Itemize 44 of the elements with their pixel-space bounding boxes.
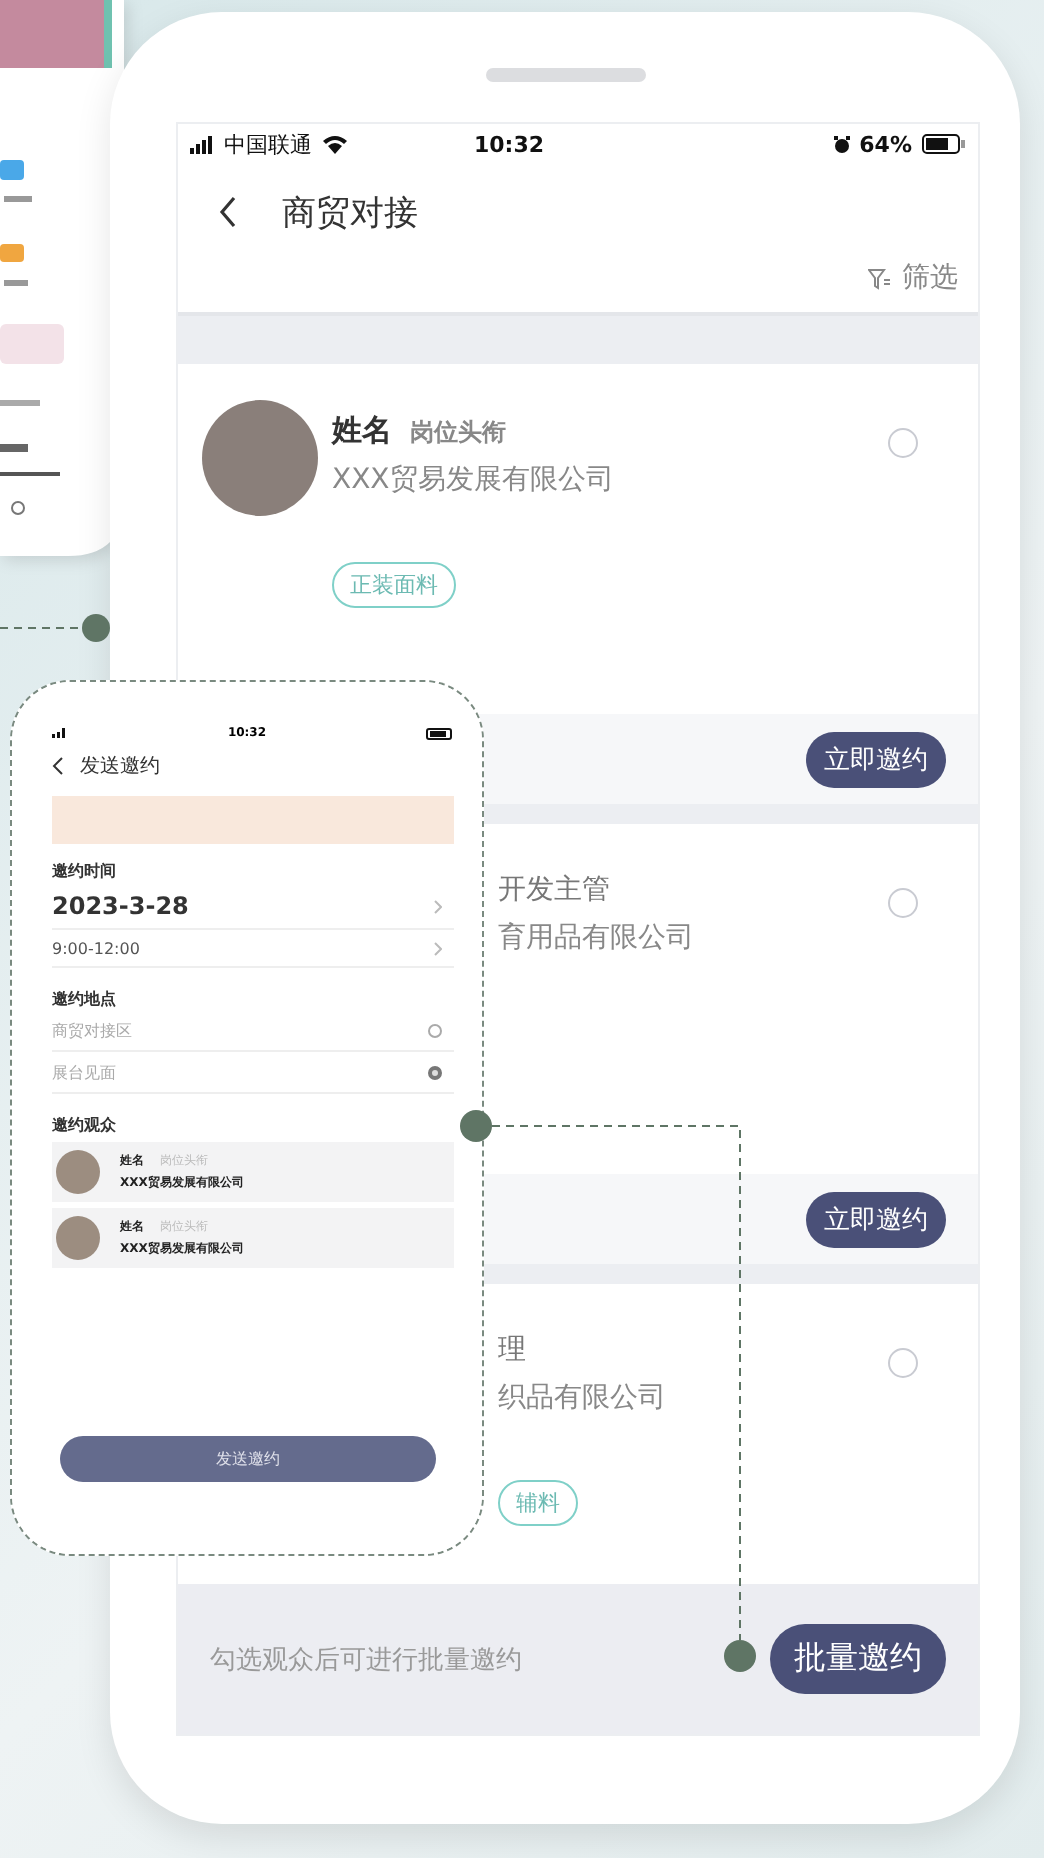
company-name: 育用品有限公司 <box>498 920 694 956</box>
job-title: 岗位头衔 <box>410 416 506 450</box>
job-title: 理 <box>498 1332 526 1368</box>
back-icon[interactable] <box>52 756 64 776</box>
section-label: 邀约地点 <box>52 988 118 1010</box>
company-name: 织品有限公司 <box>498 1380 666 1416</box>
category-tag: 正装面料 <box>332 562 456 608</box>
select-radio[interactable] <box>888 1348 918 1378</box>
filter-button[interactable]: 筛选 <box>868 260 958 296</box>
date-value[interactable]: 2023-3-28 <box>52 892 189 920</box>
place-radio[interactable] <box>428 1024 442 1038</box>
carrier-name: 中国联通 <box>224 129 312 159</box>
filter-icon <box>868 267 890 289</box>
select-radio[interactable] <box>888 428 918 458</box>
battery-percent: 64% <box>859 131 912 157</box>
connector-line <box>0 614 110 642</box>
signal-icon <box>190 135 218 153</box>
alarm-icon <box>833 135 850 153</box>
section-label: 邀约时间 <box>52 860 118 882</box>
contact-name: 姓名 <box>332 412 392 450</box>
category-tag: 辅料 <box>498 1480 578 1526</box>
send-invite-button[interactable]: 发送邀约 <box>60 1436 436 1482</box>
job-title: 开发主管 <box>498 872 610 908</box>
avatar-placeholder <box>56 1216 100 1260</box>
hint-text: 勾选观众后可进行批量邀约 <box>210 1643 522 1677</box>
page-title: 商贸对接 <box>282 191 418 235</box>
time-range-value[interactable]: 9:00-12:00 <box>52 940 140 958</box>
avatar-placeholder <box>56 1150 100 1194</box>
batch-invite-button[interactable]: 批量邀约 <box>770 1624 946 1694</box>
chevron-right-icon <box>434 899 442 913</box>
status-time: 10:32 <box>474 131 545 157</box>
back-icon[interactable] <box>218 196 238 228</box>
wifi-icon <box>322 134 348 154</box>
battery-icon <box>425 727 454 739</box>
place-radio[interactable] <box>428 1066 442 1080</box>
section-label: 邀约观众 <box>52 1114 118 1136</box>
invite-button[interactable]: 立即邀约 <box>806 1191 946 1247</box>
chevron-right-icon <box>434 942 442 956</box>
invite-button[interactable]: 立即邀约 <box>806 731 946 787</box>
company-name: XXX贸易发展有限公司 <box>332 462 614 498</box>
screen-title: 发送邀约 <box>80 754 160 780</box>
signal-icon <box>52 728 68 738</box>
select-radio[interactable] <box>888 888 918 918</box>
battery-icon <box>922 134 966 154</box>
